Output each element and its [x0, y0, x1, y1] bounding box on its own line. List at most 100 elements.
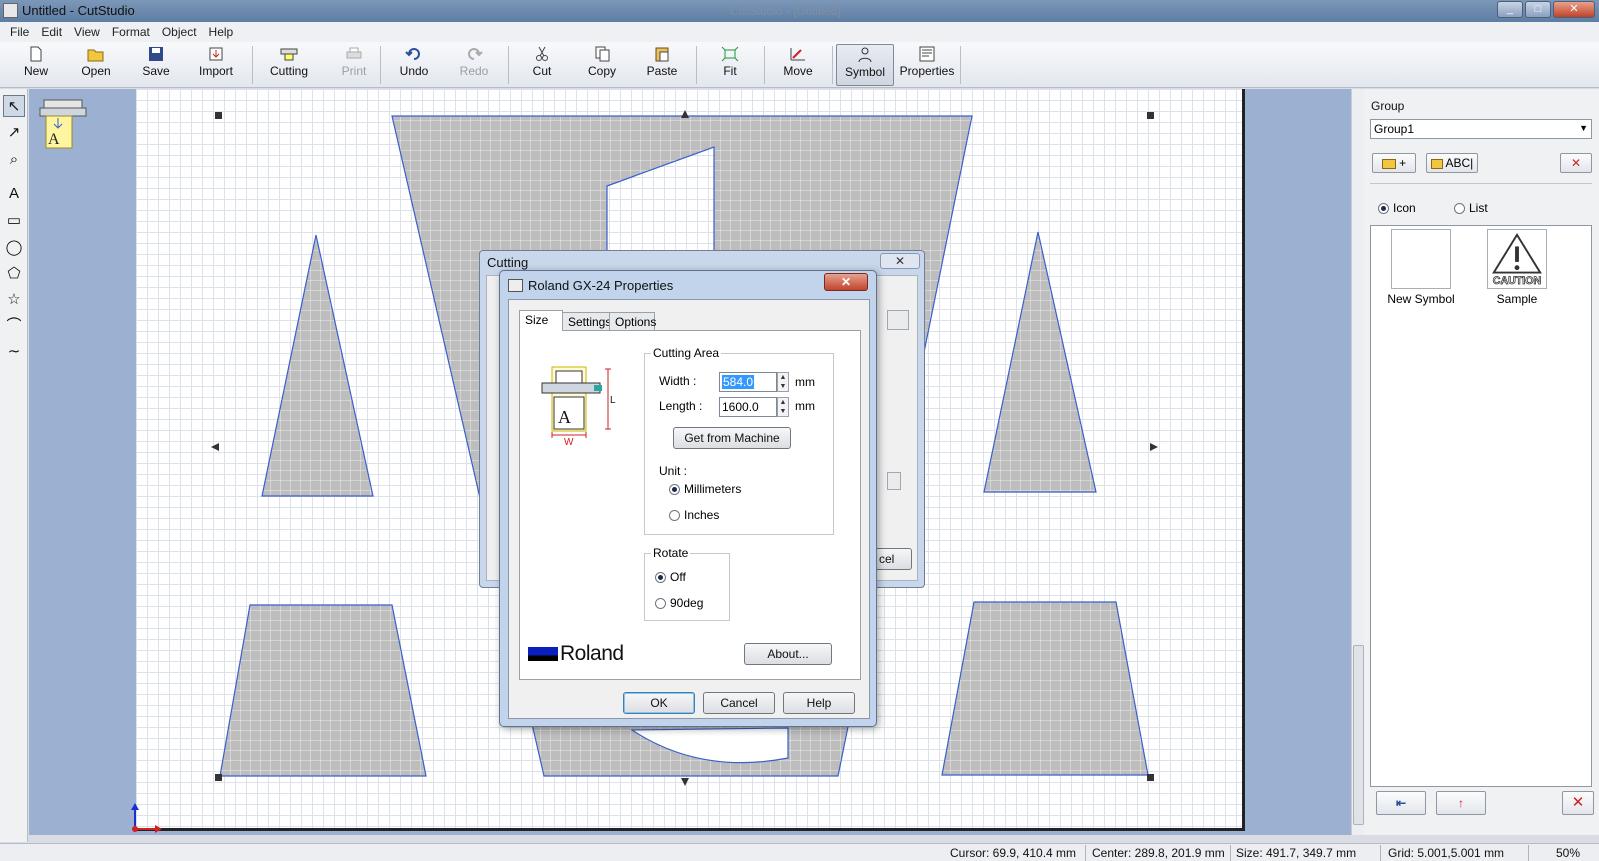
properties-dialog-close-button[interactable]: ✕ [824, 273, 868, 291]
properties-dialog-title: Roland GX-24 Properties [528, 278, 674, 293]
unit-millimeters-radio[interactable]: Millimeters [669, 482, 741, 496]
divider [1380, 845, 1381, 861]
cutting-area-label: Cutting Area [651, 346, 722, 360]
tab-settings[interactable]: Settings [562, 312, 611, 330]
diagram-l-label: L [610, 395, 616, 406]
width-value: 584.0 [722, 375, 755, 389]
unit-millimeters-label: Millimeters [684, 482, 742, 496]
symbol-panel: Group Group1 ▼ + ABC| ✕ Icon List New Sy… [1364, 89, 1599, 835]
status-zoom: 50% [1556, 846, 1581, 860]
machine-icon-letter: A [48, 131, 60, 148]
symbol-item-sample[interactable]: CAUTION Sample [1477, 229, 1557, 306]
rename-group-label: ABC| [1445, 156, 1474, 170]
status-size: Size: 491.7, 349.7 mm [1236, 846, 1357, 860]
folder-text-icon [1430, 158, 1443, 169]
caution-thumbnail: CAUTION [1487, 229, 1547, 289]
width-spinner[interactable]: ▲ ▼ [777, 372, 789, 392]
insert-symbol-button[interactable]: ⇤ [1376, 791, 1426, 815]
radio-dot [655, 597, 666, 609]
rotate-90-label: 90deg [670, 596, 704, 610]
selection-handle[interactable] [1147, 774, 1154, 781]
divider [1085, 845, 1086, 861]
tab-options[interactable]: Options [609, 312, 656, 330]
tab-size[interactable]: Size [519, 310, 563, 331]
length-unit: mm [795, 399, 815, 413]
cutting-area-group: Cutting Area Width : 584.0 ▲ ▼ mm Length … [644, 346, 834, 535]
symbol-thumbnail [1391, 229, 1451, 289]
unit-inches-label: Inches [684, 508, 720, 522]
group-select-value: Group1 [1374, 122, 1415, 136]
divider [1370, 183, 1592, 184]
group-select[interactable]: Group1 ▼ [1370, 119, 1592, 139]
diagram-w-label: W [564, 437, 574, 445]
unit-label: Unit : [659, 464, 688, 478]
symbol-item-new[interactable]: New Symbol [1381, 229, 1461, 306]
cutting-dialog-cancel-button[interactable]: cel [872, 548, 912, 570]
add-group-label: + [1399, 156, 1407, 170]
rotate-90-radio[interactable]: 90deg [655, 596, 703, 610]
width-label: Width : [659, 374, 697, 388]
width-input[interactable]: 584.0 [719, 372, 777, 392]
roland-logo: Roland [528, 642, 624, 665]
length-label: Length : [659, 399, 703, 413]
cutting-dialog-title: Cutting [487, 255, 529, 270]
cutting-dialog-side-button[interactable] [887, 310, 909, 330]
size-tab-panel: A L W Cutting Area Width : 584.0 ▲ ▼ mm L… [519, 330, 861, 680]
status-grid: Grid: 5.001,5.001 mm [1388, 846, 1505, 860]
vertical-scrollbar[interactable] [1351, 89, 1364, 835]
view-list-label: List [1469, 201, 1488, 215]
rename-group-button[interactable]: ABC| [1426, 153, 1478, 173]
delete-group-button[interactable]: ✕ [1560, 153, 1592, 173]
scrollbar-thumb[interactable] [1353, 645, 1364, 825]
left-triangle-shape[interactable] [261, 234, 374, 497]
cancel-button[interactable]: Cancel [703, 692, 775, 714]
radio-dot [669, 483, 680, 495]
length-input[interactable]: 1600.0 [719, 397, 777, 417]
cutting-machine-icon[interactable]: A [38, 98, 88, 150]
bottom-left-trapezoid-shape[interactable] [219, 604, 427, 777]
view-icon-label: Icon [1393, 201, 1416, 215]
view-icon-radio[interactable]: Icon [1378, 201, 1416, 215]
selection-handle[interactable] [211, 443, 219, 451]
radio-dot [1454, 202, 1465, 214]
bottom-right-trapezoid-shape[interactable] [941, 601, 1149, 776]
chevron-down-icon: ▼ [1579, 123, 1588, 133]
symbol-list: New Symbol CAUTION Sample [1370, 225, 1592, 787]
selection-handle[interactable] [215, 774, 222, 781]
add-group-button[interactable]: + [1372, 153, 1416, 173]
symbol-name: Sample [1496, 292, 1538, 306]
right-triangle-shape[interactable] [983, 231, 1097, 493]
selection-handle[interactable] [1147, 112, 1154, 119]
selection-handle[interactable] [1150, 443, 1158, 451]
folder-add-icon [1381, 158, 1396, 169]
rotate-off-radio[interactable]: Off [655, 570, 686, 584]
rotate-off-label: Off [670, 570, 686, 584]
get-from-machine-button[interactable]: Get from Machine [673, 427, 791, 449]
ok-button[interactable]: OK [623, 692, 695, 714]
divider [1230, 845, 1231, 861]
selection-handle[interactable] [681, 110, 689, 118]
caution-text: CAUTION [1493, 275, 1541, 287]
help-button[interactable]: Help [783, 692, 855, 714]
symbol-name: New Symbol [1387, 292, 1455, 306]
rotate-group: Rotate Off 90deg [644, 546, 730, 621]
length-spinner[interactable]: ▲ ▼ [777, 397, 789, 417]
delete-symbol-button[interactable]: ✕ [1562, 791, 1594, 815]
radio-dot [1378, 202, 1389, 214]
cutting-dialog-spinner[interactable] [887, 472, 901, 490]
roland-logo-mark [528, 647, 558, 661]
selection-handle[interactable] [215, 112, 222, 119]
register-symbol-button[interactable]: ↑ [1436, 791, 1486, 815]
cutting-dialog-close-button[interactable]: ✕ [880, 253, 920, 269]
divider [1528, 845, 1529, 861]
about-button[interactable]: About... [744, 643, 832, 665]
status-center: Center: 289.8, 201.9 mm [1092, 846, 1225, 860]
unit-inches-radio[interactable]: Inches [669, 508, 719, 522]
selection-handle[interactable] [681, 778, 689, 786]
radio-dot [655, 571, 666, 583]
status-bar: Cursor: 69.9, 410.4 mm Center: 289.8, 20… [0, 843, 1599, 861]
rotate-label: Rotate [651, 546, 691, 560]
view-list-radio[interactable]: List [1454, 201, 1488, 215]
group-label: Group [1371, 99, 1405, 113]
diagram-letter: A [558, 407, 571, 427]
